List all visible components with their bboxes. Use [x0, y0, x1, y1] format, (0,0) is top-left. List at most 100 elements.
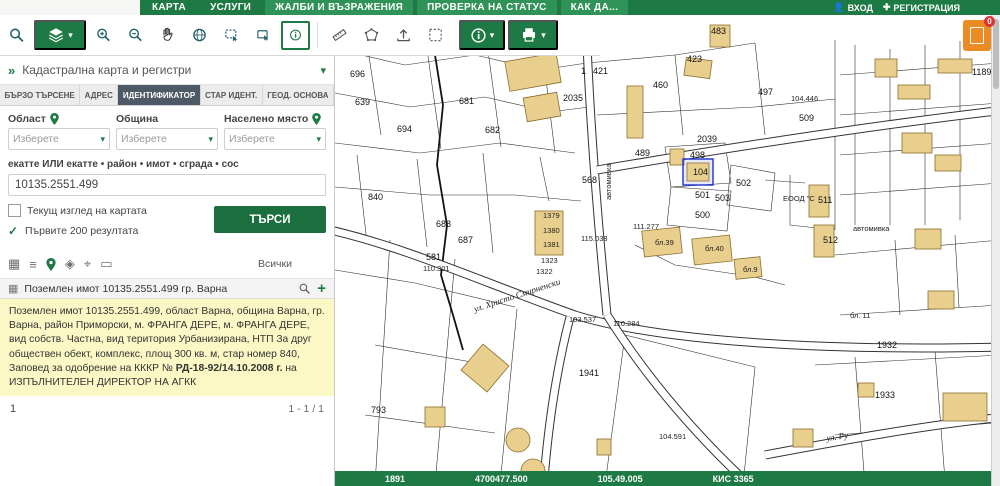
- add-to-basket-icon[interactable]: +: [317, 280, 326, 297]
- plus-icon: ✚: [883, 2, 891, 13]
- map-label: 503: [715, 193, 730, 203]
- register-link[interactable]: ✚РЕГИСТРАЦИЯ: [883, 2, 960, 13]
- nav-item-proverka[interactable]: ПРОВЕРКА НА СТАТУС: [417, 0, 557, 15]
- tab-quick-search[interactable]: БЪРЗО ТЪРСЕНЕ: [0, 85, 80, 105]
- chevron-down-icon: ▾: [68, 30, 73, 41]
- pin-results-icon[interactable]: [46, 258, 56, 271]
- target-icon[interactable]: ⌖: [84, 256, 91, 272]
- map-label: 1323: [541, 256, 558, 265]
- search-panel: » Кадастрална карта и регистри ▾ БЪРЗО Т…: [0, 56, 335, 486]
- map-label: 509: [799, 113, 814, 123]
- tab-old-ident[interactable]: СТАР ИДЕНТ.: [201, 85, 263, 105]
- nav-item-karta[interactable]: КАРТА: [142, 0, 196, 15]
- all-link[interactable]: Всички: [258, 258, 292, 270]
- login-link[interactable]: 👤ВХОД: [833, 2, 872, 13]
- identify-info-button[interactable]: [281, 21, 310, 50]
- map-label: 840: [368, 192, 383, 202]
- logo-area: [0, 0, 140, 15]
- tab-geodetic[interactable]: ГЕОД. ОСНОВА: [263, 85, 334, 105]
- tab-identifier[interactable]: ИДЕНТИФИКАТОР: [118, 85, 200, 105]
- zoom-in-icon[interactable]: [89, 21, 118, 50]
- result-header-row[interactable]: ▦ Поземлен имот 10135.2551.499 гр. Варна…: [0, 279, 334, 299]
- ekatte-hint-label: екатте ИЛИ екатте • район • имот • сград…: [8, 159, 326, 170]
- pan-hand-icon[interactable]: [153, 21, 182, 50]
- map-label: 489: [635, 148, 650, 158]
- location-pin-icon[interactable]: [312, 113, 321, 125]
- result-title: Поземлен имот 10135.2551.499 гр. Варна: [24, 283, 292, 295]
- map-label: автомивка: [853, 224, 890, 233]
- chevron-down-icon: ▾: [100, 134, 105, 145]
- checkmark-icon: ✓: [8, 224, 19, 238]
- naseleno-select[interactable]: Изберете▾: [224, 128, 326, 150]
- current-view-label: Текущ изглед на картата: [27, 205, 147, 217]
- map-label: 423: [687, 54, 702, 64]
- basket-button[interactable]: 0: [963, 20, 991, 51]
- vertical-scrollbar[interactable]: [991, 15, 1000, 486]
- map-label: 1933: [875, 390, 895, 400]
- oblast-select[interactable]: Изберете▾: [8, 128, 110, 150]
- identifier-input[interactable]: [8, 174, 326, 196]
- map-label: 696: [350, 69, 365, 79]
- nav-item-zhalbi[interactable]: ЖАЛБИ И ВЪЗРАЖЕНИЯ: [265, 0, 413, 15]
- map-label: 793: [371, 405, 386, 415]
- grid-view-icon[interactable]: ▦: [8, 256, 20, 272]
- search-tabs: БЪРЗО ТЪРСЕНЕ АДРЕС ИДЕНТИФИКАТОР СТАР И…: [0, 85, 334, 106]
- zoom-to-result-icon[interactable]: [298, 282, 311, 295]
- map-label: 104.591: [659, 432, 686, 441]
- layers-small-icon[interactable]: ◈: [65, 256, 75, 272]
- nav-account-area: 👤ВХОД ✚РЕГИСТРАЦИЯ: [833, 2, 1000, 13]
- search-button[interactable]: ТЪРСИ: [214, 206, 326, 233]
- map-label: 501: [695, 190, 710, 200]
- zoom-out-icon[interactable]: [121, 21, 150, 50]
- cadastral-map[interactable]: 69663969468168220351421423483460497104.4…: [335, 15, 1000, 486]
- full-extent-globe-icon[interactable]: [185, 21, 214, 50]
- map-toolbar: ▾: [0, 15, 600, 56]
- map-label: 682: [485, 125, 500, 135]
- info-menu-button[interactable]: ▾: [459, 20, 505, 50]
- collapse-chevron-icon[interactable]: ▾: [320, 64, 326, 77]
- select-shape-icon[interactable]: [249, 21, 278, 50]
- kais-cadastre-app: КАРТА УСЛУГИ ЖАЛБИ И ВЪЗРАЖЕНИЯ ПРОВЕРКА…: [0, 0, 1000, 486]
- map-label: ЕООД "С: [783, 194, 815, 203]
- page-number[interactable]: 1: [10, 403, 16, 415]
- search-icon[interactable]: [2, 21, 31, 50]
- checkbox-unchecked[interactable]: [8, 204, 21, 217]
- map-status-bar: 1891 4700477.500 105.49.005 КИС 3365: [335, 471, 1000, 486]
- map-label: 639: [355, 97, 370, 107]
- map-label: 502: [736, 178, 751, 188]
- map-label: 103.537: [569, 315, 596, 324]
- map-label: 115.038: [581, 234, 608, 243]
- map-label: 581: [426, 252, 441, 262]
- status-value: 1891: [385, 474, 405, 484]
- rect-tool-icon[interactable]: ▭: [100, 256, 112, 272]
- map-label: 104.446: [791, 94, 818, 103]
- map-label: 421: [593, 66, 608, 76]
- map-label: 110.284: [613, 319, 640, 328]
- nav-item-uslugi[interactable]: УСЛУГИ: [200, 0, 261, 15]
- status-value: КИС 3365: [713, 474, 754, 484]
- obshtina-select[interactable]: Изберете▾: [116, 128, 218, 150]
- map-label: 497: [758, 87, 773, 97]
- nav-item-kak-da[interactable]: КАК ДА...: [561, 0, 629, 15]
- map-label: 681: [459, 96, 474, 106]
- export-upload-icon[interactable]: [389, 21, 418, 50]
- first-200-label: Първите 200 резултата: [25, 225, 138, 237]
- map-viewport[interactable]: 69663969468168220351421423483460497104.4…: [335, 15, 1000, 486]
- map-label: 688: [436, 219, 451, 229]
- select-region-dashed-icon[interactable]: [421, 21, 450, 50]
- select-rect-icon[interactable]: [217, 21, 246, 50]
- tab-address[interactable]: АДРЕС: [80, 85, 118, 105]
- result-detail-text[interactable]: Поземлен имот 10135.2551.499, област Вар…: [0, 299, 334, 396]
- location-pin-icon[interactable]: [50, 113, 59, 125]
- measure-area-polygon-icon[interactable]: [357, 21, 386, 50]
- print-menu-button[interactable]: ▾: [508, 20, 558, 50]
- parcel-grid-icon: ▦: [8, 282, 18, 295]
- list-view-icon[interactable]: ≡: [29, 257, 37, 272]
- toolbar-separator: [317, 22, 318, 48]
- measure-length-ruler-icon[interactable]: [325, 21, 354, 50]
- scrollbar-thumb[interactable]: [993, 19, 999, 89]
- map-label: 1932: [877, 340, 897, 350]
- layers-button[interactable]: ▾: [34, 20, 86, 50]
- map-label: 568: [582, 175, 597, 185]
- map-label: 512: [823, 235, 838, 245]
